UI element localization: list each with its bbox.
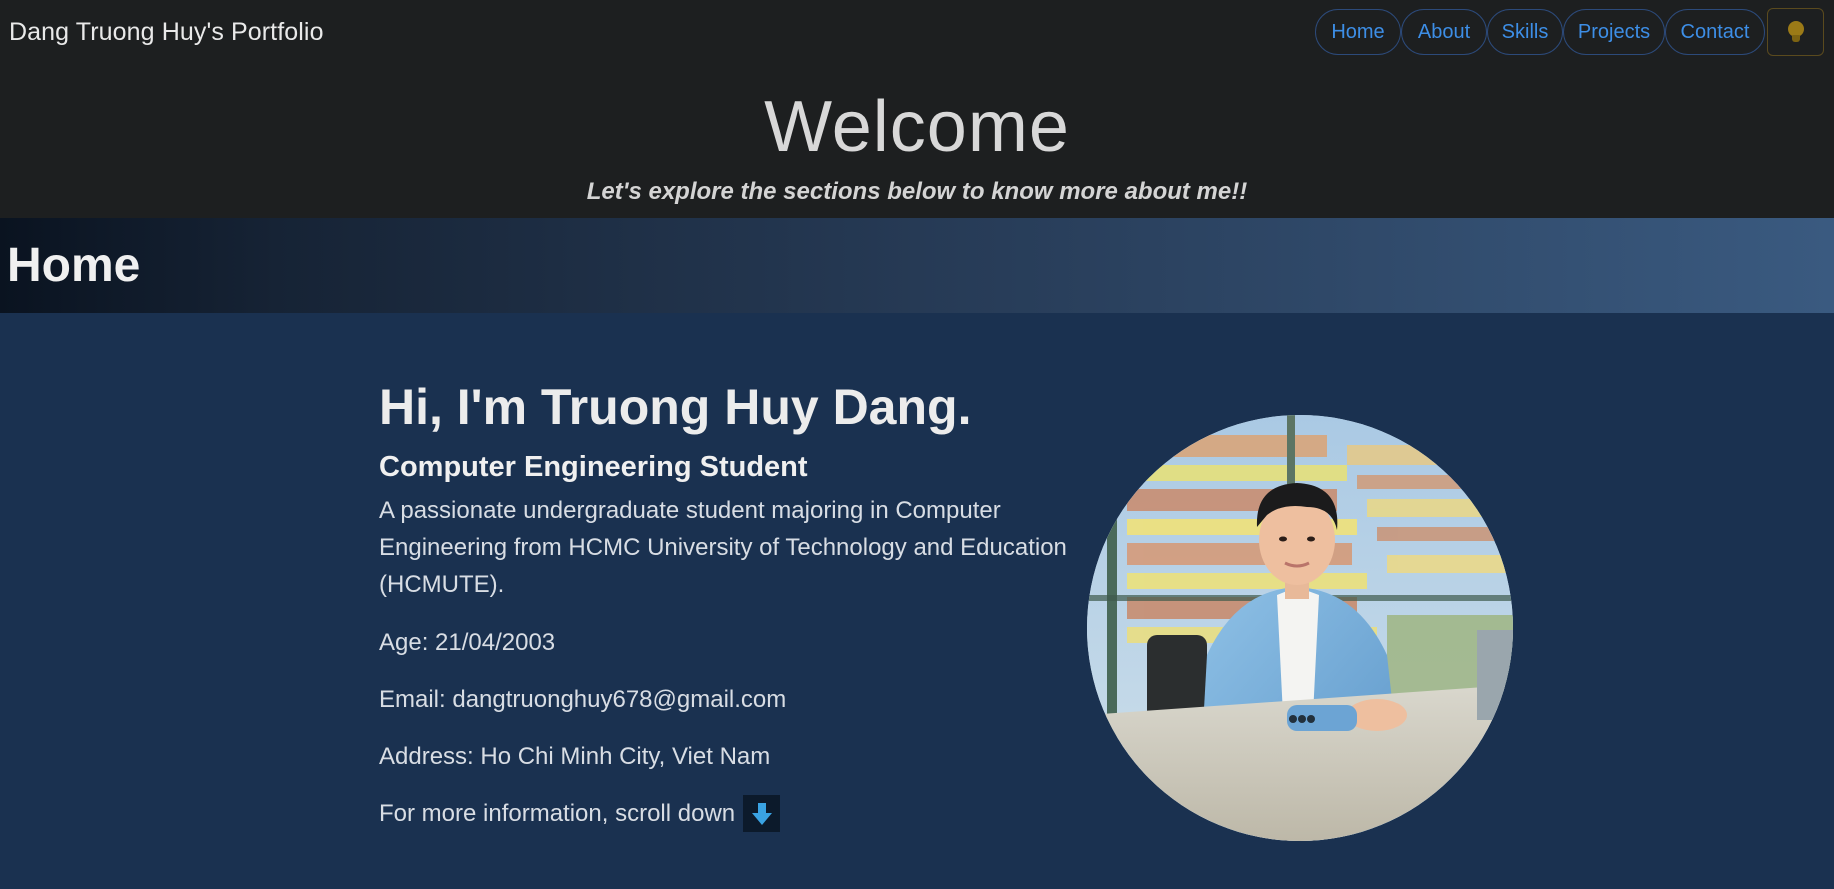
nav-about-button[interactable]: About bbox=[1401, 9, 1487, 55]
brand-title[interactable]: Dang Truong Huy's Portfolio bbox=[9, 18, 324, 47]
scroll-hint-text: For more information, scroll down bbox=[379, 800, 736, 827]
nav-skills-button[interactable]: Skills bbox=[1487, 9, 1563, 55]
profile-photo-illustration bbox=[1087, 415, 1513, 841]
intro-content: Hi, I'm Truong Huy Dang. Computer Engine… bbox=[379, 372, 1069, 832]
nav-home-button[interactable]: Home bbox=[1315, 9, 1401, 55]
main-nav: Home About Skills Projects Contact bbox=[1315, 8, 1824, 57]
theme-toggle-button[interactable] bbox=[1767, 8, 1824, 56]
section-title: Home bbox=[7, 239, 141, 292]
scroll-hint: For more information, scroll down bbox=[379, 795, 1069, 832]
scroll-down-button[interactable] bbox=[743, 795, 781, 832]
arrow-down-icon bbox=[751, 802, 772, 825]
intro-email: Email: dangtruonghuy678@gmail.com bbox=[379, 686, 787, 713]
intro-address: Address: Ho Chi Minh City, Viet Nam bbox=[379, 743, 771, 770]
welcome-heading: Welcome bbox=[764, 87, 1070, 167]
lightbulb-icon bbox=[1787, 21, 1805, 43]
intro-age: Age: 21/04/2003 bbox=[379, 629, 556, 656]
top-header: Dang Truong Huy's Portfolio Home About S… bbox=[0, 0, 1834, 218]
welcome-tagline: Let's explore the sections below to know… bbox=[586, 178, 1248, 205]
section-header-bar: Home bbox=[0, 218, 1834, 313]
nav-contact-button[interactable]: Contact bbox=[1665, 9, 1765, 55]
profile-photo bbox=[1087, 415, 1513, 841]
intro-role: Computer Engineering Student bbox=[379, 451, 808, 483]
intro-greeting: Hi, I'm Truong Huy Dang. bbox=[379, 379, 972, 435]
intro-description: A passionate undergraduate student major… bbox=[379, 497, 1067, 598]
nav-projects-button[interactable]: Projects bbox=[1563, 9, 1665, 55]
